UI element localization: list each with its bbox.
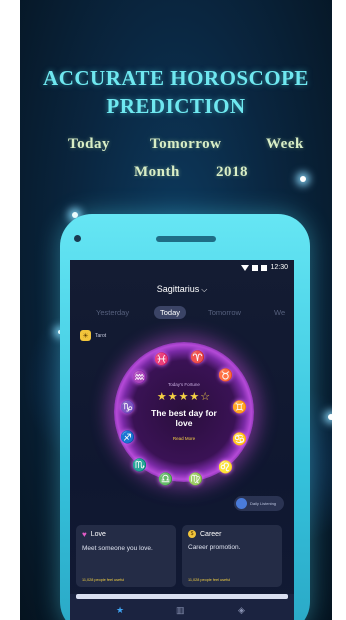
tarot-icon: ☀ — [80, 330, 91, 341]
love-card[interactable]: ♥ Love Meet someone you love. 11,028 peo… — [76, 525, 176, 587]
status-bar: 12:30 — [241, 264, 288, 271]
love-text: Meet someone you love. — [82, 545, 153, 552]
leo-icon[interactable]: ♌ — [218, 460, 233, 474]
scorpio-icon[interactable]: ♏ — [132, 458, 147, 472]
signal-icon — [252, 264, 259, 271]
sign-name: Sagittarius — [156, 284, 200, 294]
fortune-center: Today's Fortune ★★★★☆ The best day for l… — [144, 382, 224, 441]
headline-line-2: PREDICTION — [106, 94, 246, 118]
sagittarius-icon[interactable]: ♐ — [120, 430, 135, 444]
compass-icon[interactable]: ◈ — [238, 605, 245, 616]
period-today: Today — [68, 136, 110, 152]
cancer-icon[interactable]: ♋ — [232, 432, 247, 446]
love-useful: 11,028 people feel useful — [82, 578, 125, 582]
headline-line-1: ACCURATE HOROSCOPE — [43, 66, 309, 90]
capricorn-icon[interactable]: ♑ — [120, 400, 135, 414]
star-icon[interactable]: ★ — [116, 605, 124, 616]
period-month: Month — [134, 164, 180, 180]
status-time: 12:30 — [270, 264, 288, 271]
fortune-title: The best day for love — [151, 408, 217, 428]
fortune-label: Today's Fortune — [168, 382, 200, 387]
aries-icon[interactable]: ♈ — [190, 350, 205, 364]
career-text: Career promotion. — [188, 544, 241, 551]
chevron-down-icon: ⌵ — [201, 285, 208, 294]
gemini-icon[interactable]: ♊ — [232, 400, 247, 414]
career-useful: 11,028 people feel useful — [188, 578, 231, 582]
phone-screen: 12:30 Sagittarius ⌵ Yesterday Today Tomor… — [70, 260, 294, 620]
battery-icon — [261, 264, 268, 271]
taurus-icon[interactable]: ♉ — [218, 368, 233, 382]
period-tabs: Yesterday Today Tomorrow We — [70, 306, 294, 320]
sign-selector[interactable]: Sagittarius ⌵ — [70, 284, 294, 295]
daily-avatar — [236, 498, 247, 509]
heart-icon: ♥ — [82, 530, 87, 539]
right-margin — [332, 0, 346, 620]
career-card[interactable]: $ Career Career promotion. 11,028 people… — [182, 525, 282, 587]
career-title: Career — [200, 530, 222, 538]
phone-camera — [74, 235, 81, 242]
wifi-icon — [241, 264, 250, 271]
tab-yesterday[interactable]: Yesterday — [96, 308, 129, 317]
read-more-link[interactable]: Read More — [144, 436, 224, 441]
daily-label: Daily Listening — [250, 501, 277, 506]
virgo-icon[interactable]: ♍ — [188, 472, 203, 486]
left-margin — [0, 0, 20, 620]
pisces-icon[interactable]: ♓ — [154, 352, 169, 366]
fortune-stars: ★★★★☆ — [156, 391, 212, 403]
tab-tomorrow[interactable]: Tomorrow — [208, 308, 241, 317]
period-year: 2018 — [216, 164, 248, 180]
love-title: Love — [90, 531, 106, 538]
nav-strip — [76, 594, 288, 599]
phone-speaker — [156, 236, 216, 242]
daily-listening-button[interactable]: Daily Listening — [234, 496, 284, 511]
sparkle — [300, 176, 306, 182]
coin-icon: $ — [188, 530, 196, 538]
tab-week[interactable]: We — [274, 308, 285, 317]
tarot-label: Tarot — [95, 332, 107, 339]
tab-today[interactable]: Today — [154, 306, 187, 319]
chart-icon[interactable]: ▥ — [176, 605, 185, 616]
tarot-button[interactable]: ☀ Tarot — [80, 330, 106, 341]
period-week: Week — [266, 136, 304, 152]
period-tomorrow: Tomorrow — [150, 136, 222, 152]
libra-icon[interactable]: ♎ — [158, 472, 173, 486]
